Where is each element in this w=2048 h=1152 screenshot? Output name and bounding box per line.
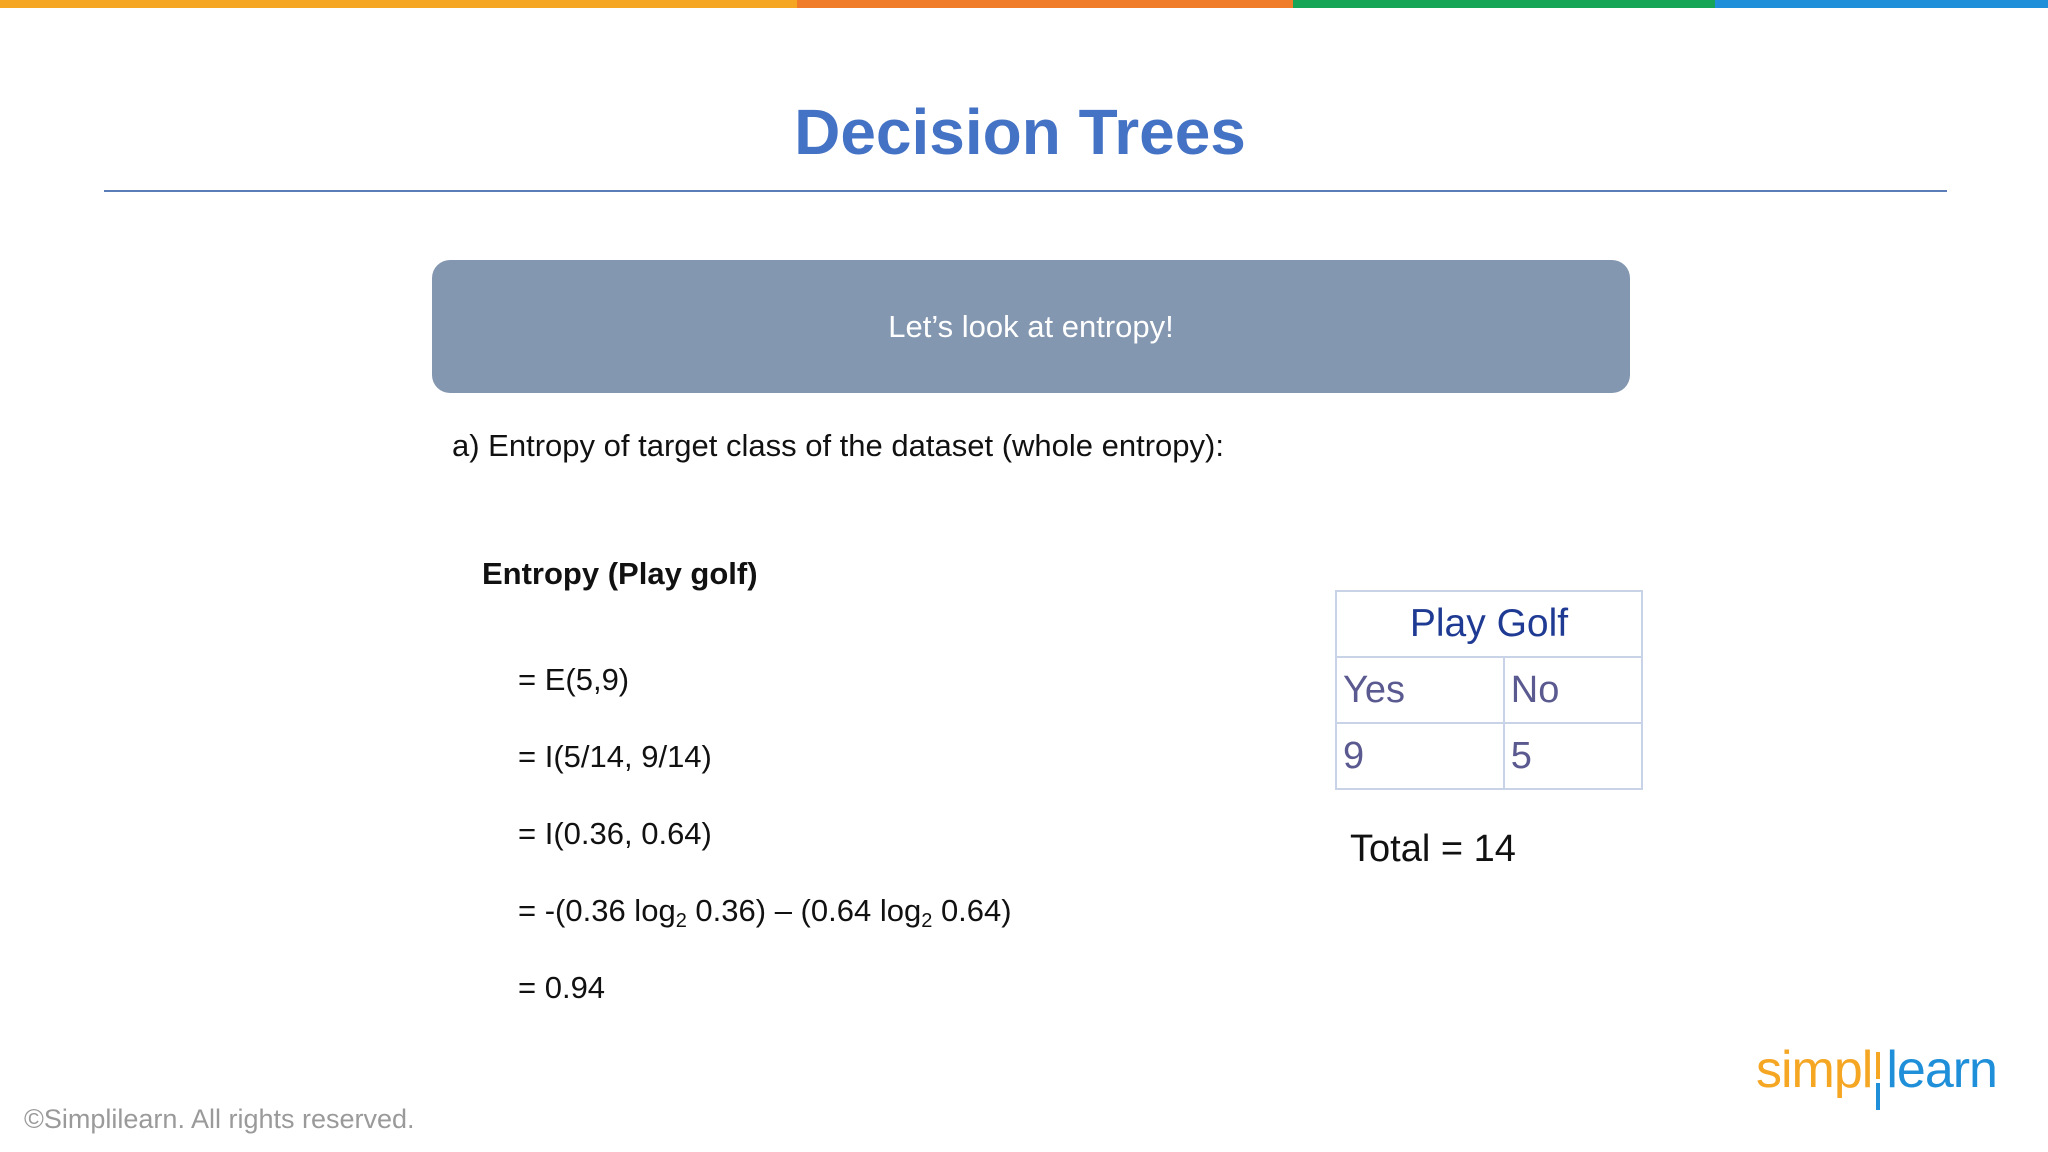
entropy-heading: Entropy (Play golf) bbox=[482, 556, 758, 591]
total-text: Total = 14 bbox=[1350, 828, 1516, 870]
formula-line-4-subscript-1: 2 bbox=[675, 910, 687, 932]
formula-line-1: = E(5,9) bbox=[518, 662, 630, 697]
title-divider bbox=[104, 190, 1947, 192]
formula-line-4-part-b: 0.36) – (0.64 log bbox=[686, 893, 922, 928]
formula-line-4-part-a: = -(0.36 log bbox=[518, 893, 676, 928]
copyright-text: ©Simplilearn. All rights reserved. bbox=[24, 1104, 415, 1134]
banner-text: Let’s look at entropy! bbox=[888, 308, 1174, 344]
play-golf-table: Play Golf Yes No 9 5 bbox=[1335, 590, 1644, 790]
table-header-row: Play Golf bbox=[1335, 590, 1643, 658]
formula-line-4-part-c: 0.64) bbox=[932, 893, 1012, 928]
slide-title: Decision Trees bbox=[794, 96, 1246, 168]
slide: Decision Trees Let’s look at entropy! a)… bbox=[0, 0, 2048, 1152]
top-bar-segment-orange bbox=[0, 0, 797, 8]
top-bar-segment-green bbox=[1293, 0, 1715, 8]
logo-text-simpl: simpl bbox=[1756, 1041, 1873, 1099]
entropy-banner: Let’s look at entropy! bbox=[432, 260, 1630, 393]
logo-mark-icon bbox=[1876, 1052, 1880, 1110]
top-bar-segment-blue bbox=[1715, 0, 2048, 8]
formula-line-4-subscript-2: 2 bbox=[921, 910, 933, 932]
formula-line-5: = 0.94 bbox=[518, 970, 606, 1005]
top-bar-segment-red-orange bbox=[797, 0, 1293, 8]
table-column-no: No bbox=[1502, 656, 1644, 724]
intro-text: a) Entropy of target class of the datase… bbox=[452, 428, 1224, 463]
table-header-cell: Play Golf bbox=[1335, 590, 1643, 658]
formula-line-4: = -(0.36 log2 0.36) – (0.64 log2 0.64) bbox=[518, 891, 1012, 941]
table-row: 9 5 bbox=[1335, 722, 1644, 790]
logo-text-learn: learn bbox=[1886, 1041, 1998, 1099]
table-value-no: 5 bbox=[1502, 722, 1644, 790]
formula-line-2: = I(5/14, 9/14) bbox=[518, 739, 712, 774]
top-color-bar bbox=[0, 0, 2048, 8]
table-value-yes: 9 bbox=[1335, 722, 1505, 790]
formula-line-3: = I(0.36, 0.64) bbox=[518, 816, 712, 851]
table-column-yes: Yes bbox=[1335, 656, 1505, 724]
table-row: Yes No bbox=[1335, 656, 1644, 724]
